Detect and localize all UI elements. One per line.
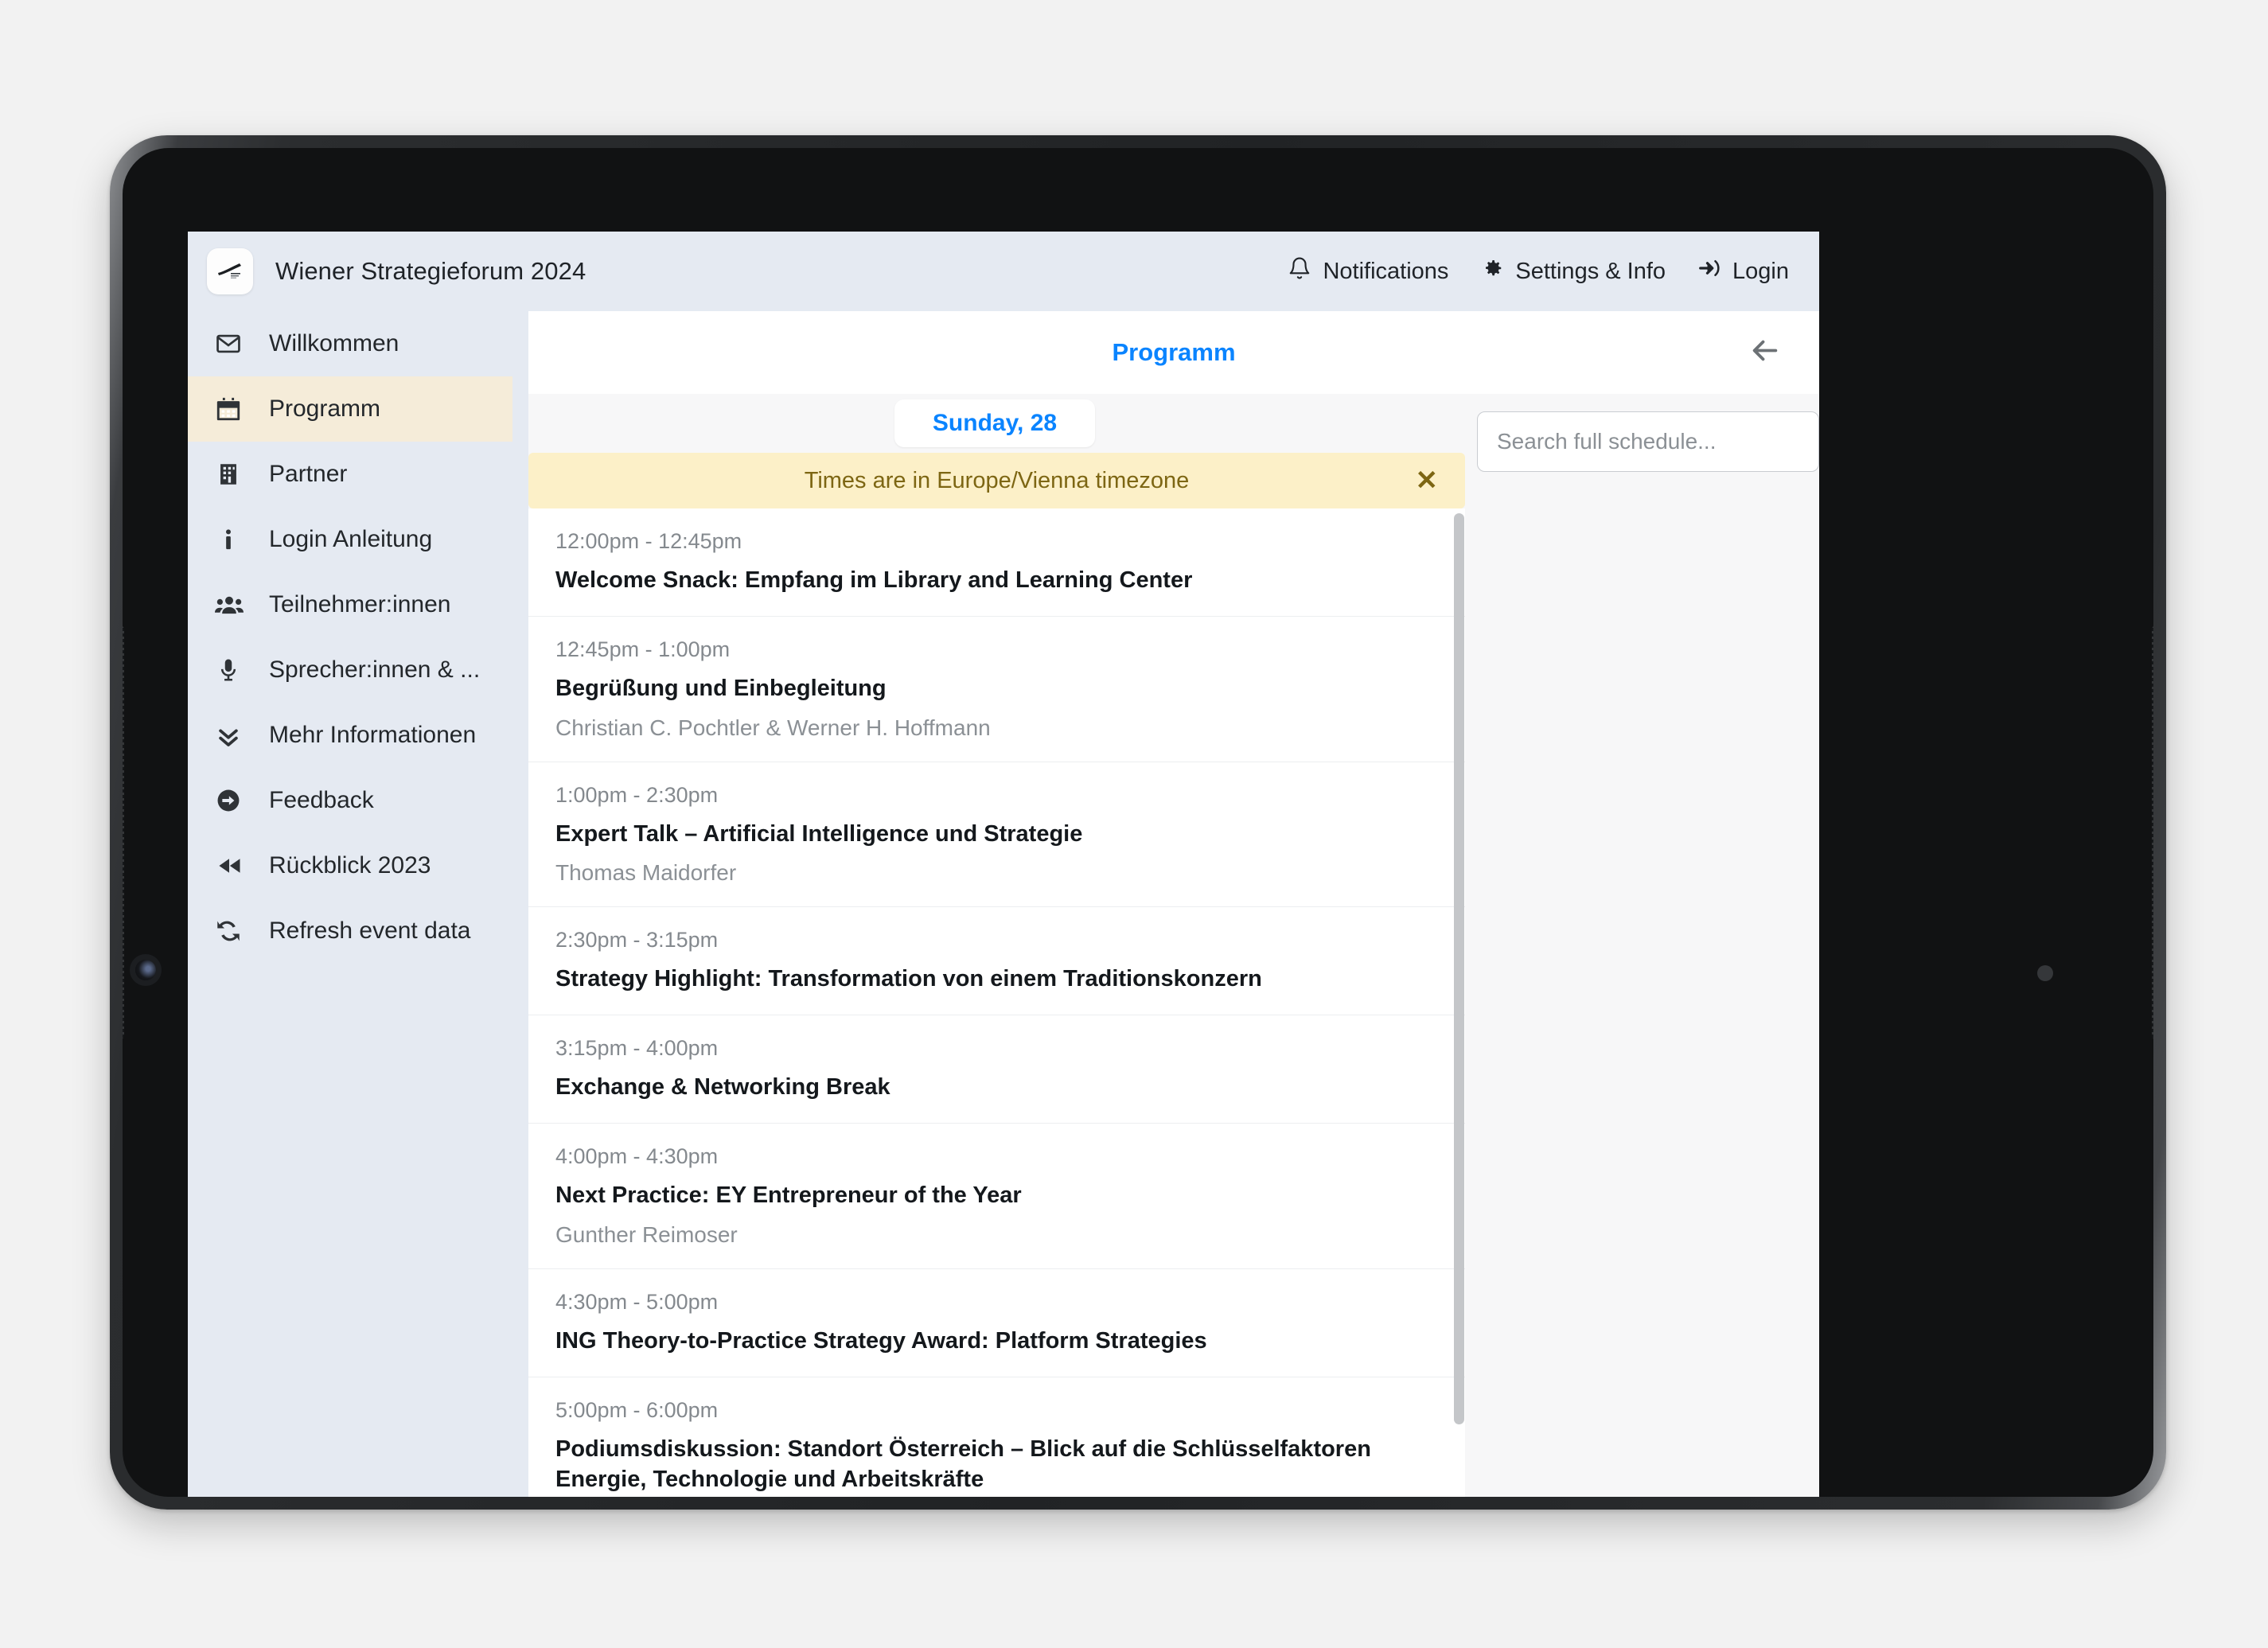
refresh-icon: [215, 918, 251, 945]
session-row[interactable]: 12:00pm - 12:45pm Welcome Snack: Empfang…: [528, 508, 1465, 618]
session-time: 12:00pm - 12:45pm: [555, 529, 742, 553]
sidebar-item-partner[interactable]: Partner: [188, 442, 512, 507]
session-title: Begrüßung und Einbegleitung: [555, 676, 887, 702]
notifications-label: Notifications: [1323, 258, 1449, 284]
sidebar-item-login-anleitung[interactable]: Login Anleitung: [188, 507, 512, 572]
programm-header: Programm: [528, 311, 1819, 394]
settings-info-button[interactable]: Settings & Info: [1480, 256, 1666, 286]
session-speaker: Gunther Reimoser: [555, 1221, 738, 1247]
session-row[interactable]: 5:00pm - 6:00pm Podiumsdiskussion: Stand…: [528, 1377, 1465, 1497]
session-title: ING Theory-to-Practice Strategy Award: P…: [555, 1327, 1207, 1354]
building-icon: [215, 461, 251, 488]
session-time: 4:00pm - 4:30pm: [555, 1144, 719, 1169]
session-row[interactable]: 1:00pm - 2:30pm Expert Talk – Artificial…: [528, 762, 1465, 907]
sidebar-item-refresh-event-data[interactable]: Refresh event data: [188, 898, 512, 964]
bell-icon: [1288, 256, 1311, 286]
session-title: Strategy Highlight: Transformation von e…: [555, 965, 1262, 992]
rewind-icon: [215, 851, 251, 880]
sidebar-item-label: Sprecher:innen & ...: [269, 656, 481, 683]
envelope-icon: [215, 330, 251, 357]
calendar-icon: [215, 395, 251, 423]
microphone-icon: [215, 656, 251, 684]
session-speaker: Christian C. Pochtler & Werner H. Hoffma…: [555, 715, 991, 740]
back-arrow-icon[interactable]: [1749, 335, 1781, 371]
session-title: Exchange & Networking Break: [555, 1074, 890, 1101]
sidebar-item-label: Feedback: [269, 787, 374, 813]
session-list: 12:00pm - 12:45pm Welcome Snack: Empfang…: [528, 508, 1465, 1497]
sidebar-item-rueckblick-2023[interactable]: Rückblick 2023: [188, 833, 512, 898]
search-input[interactable]: [1477, 411, 1819, 472]
sidebar-item-sprecherinnen[interactable]: Sprecher:innen & ...: [188, 637, 512, 703]
session-row[interactable]: 4:30pm - 5:00pm ING Theory-to-Practice S…: [528, 1269, 1465, 1377]
session-row[interactable]: 2:30pm - 3:15pm Strategy Highlight: Tran…: [528, 907, 1465, 1016]
tablet-screen: Wiener Strategieforum 2024 Notifications: [123, 148, 2153, 1497]
sidebar-item-programm[interactable]: Programm: [188, 376, 512, 442]
double-chevron-down-icon: [215, 722, 251, 749]
session-time: 3:15pm - 4:00pm: [555, 1036, 719, 1061]
app-window: Wiener Strategieforum 2024 Notifications: [188, 232, 1819, 1497]
login-label: Login: [1732, 258, 1789, 284]
timezone-banner: Times are in Europe/Vienna timezone ✕: [528, 453, 1465, 508]
info-icon: [215, 526, 251, 553]
sidebar-item-willkommen[interactable]: Willkommen: [188, 311, 512, 376]
session-row[interactable]: 4:00pm - 4:30pm Next Practice: EY Entrep…: [528, 1124, 1465, 1269]
front-camera-icon: [135, 960, 156, 980]
session-time: 5:00pm - 6:00pm: [555, 1397, 719, 1422]
sidebar-item-label: Mehr Informationen: [269, 722, 477, 748]
sidebar-item-label: Partner: [269, 461, 348, 487]
day-tab-row: Sunday, 28: [528, 394, 1461, 453]
app-title: Wiener Strategieforum 2024: [275, 257, 586, 285]
notifications-button[interactable]: Notifications: [1288, 256, 1448, 286]
session-title: Next Practice: EY Entrepreneur of the Ye…: [555, 1182, 1022, 1209]
session-time: 12:45pm - 1:00pm: [555, 637, 731, 662]
arrow-circle-right-icon: [215, 787, 251, 814]
speaker-grille-left: [123, 625, 124, 1039]
session-title: Expert Talk – Artificial Intelligence un…: [555, 820, 1083, 847]
content-panel: Programm Sunday, 28 Search full schedule…: [512, 311, 1819, 1497]
speaker-grille-right: [2152, 625, 2153, 1039]
session-time: 4:30pm - 5:00pm: [555, 1289, 719, 1314]
sidebar-item-label: Rückblick 2023: [269, 852, 431, 879]
gear-icon: [1480, 256, 1504, 286]
app-logo-icon: [207, 248, 253, 294]
session-speaker: Thomas Maidorfer: [555, 859, 737, 885]
sensor-dot-icon: [2037, 965, 2053, 981]
session-row[interactable]: 12:45pm - 1:00pm Begrüßung und Einbeglei…: [528, 617, 1465, 762]
schedule-area: Sunday, 28 Times are in Europe/Vienna ti…: [528, 394, 1819, 1497]
session-title: Podiumsdiskussion: Standort Österreich –…: [555, 1436, 1371, 1493]
timezone-banner-text: Times are in Europe/Vienna timezone: [804, 467, 1190, 493]
app-top-bar: Wiener Strategieforum 2024 Notifications: [188, 232, 1819, 311]
sidebar-item-teilnehmerinnen[interactable]: Teilnehmer:innen: [188, 572, 512, 637]
search-field-wrapper: [1477, 411, 1819, 472]
login-arrow-icon: [1697, 256, 1721, 286]
close-icon[interactable]: ✕: [1416, 467, 1439, 494]
sidebar-item-label: Teilnehmer:innen: [269, 591, 451, 618]
users-icon: [215, 590, 251, 619]
sidebar: Willkommen Programm Partner Login Anleit…: [188, 311, 512, 1497]
sidebar-item-mehr-informationen[interactable]: Mehr Informationen: [188, 703, 512, 768]
sidebar-item-label: Refresh event data: [269, 918, 471, 944]
session-time: 2:30pm - 3:15pm: [555, 927, 719, 952]
sidebar-item-label: Programm: [269, 395, 381, 422]
session-title: Welcome Snack: Empfang im Library and Le…: [555, 567, 1193, 593]
top-bar-actions: Notifications Settings & Info Login: [1288, 256, 1789, 286]
session-time: 1:00pm - 2:30pm: [555, 782, 719, 807]
sidebar-item-label: Login Anleitung: [269, 526, 433, 552]
session-row[interactable]: 3:15pm - 4:00pm Exchange & Networking Br…: [528, 1015, 1465, 1124]
login-button[interactable]: Login: [1697, 256, 1789, 286]
day-tab-sunday-28[interactable]: Sunday, 28: [894, 399, 1096, 447]
session-list-scrollbar[interactable]: [1454, 513, 1464, 1424]
page-title: Programm: [1112, 338, 1236, 366]
tablet-frame: Wiener Strategieforum 2024 Notifications: [110, 135, 2166, 1510]
settings-info-label: Settings & Info: [1515, 258, 1666, 284]
sidebar-item-label: Willkommen: [269, 330, 399, 356]
sidebar-item-feedback[interactable]: Feedback: [188, 768, 512, 833]
